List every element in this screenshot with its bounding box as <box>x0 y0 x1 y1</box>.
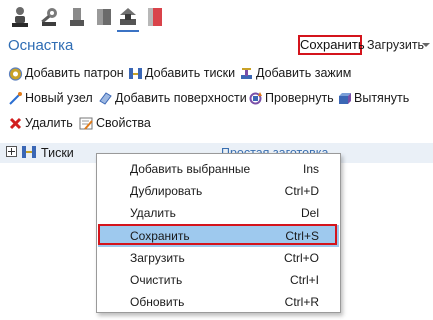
delete-button[interactable]: Удалить <box>8 114 73 132</box>
menu-item-add-selected[interactable]: Добавить выбранные Ins <box>98 158 339 180</box>
menu-item-label: Обновить <box>130 295 185 309</box>
menu-item-refresh[interactable]: Обновить Ctrl+R <box>98 291 339 313</box>
add-chuck-button[interactable]: Добавить патрон <box>8 64 124 82</box>
rotate-label: Провернуть <box>265 91 334 105</box>
cylinder-icon[interactable] <box>67 6 87 28</box>
vise-icon <box>21 145 37 159</box>
menu-item-clear[interactable]: Очистить Ctrl+I <box>98 269 339 291</box>
wrench-gear-icon[interactable] <box>39 6 59 28</box>
add-clamp-button[interactable]: Добавить зажим <box>239 64 351 82</box>
rotate-button[interactable]: Провернуть <box>248 89 334 107</box>
rotate-icon <box>248 91 263 106</box>
red-block-icon[interactable] <box>145 6 165 28</box>
new-node-label: Новый узел <box>25 91 93 105</box>
new-node-button[interactable]: Новый узел <box>8 89 93 107</box>
extrude-button[interactable]: Вытянуть <box>337 89 409 107</box>
add-vise-button[interactable]: Добавить тиски <box>128 64 235 82</box>
vise-icon <box>128 66 143 81</box>
person-icon[interactable] <box>10 6 30 28</box>
properties-button[interactable]: Свойства <box>79 114 151 132</box>
menu-item-label: Удалить <box>130 206 176 220</box>
menu-item-label: Добавить выбранные <box>130 162 251 176</box>
menu-item-shortcut: Ctrl+R <box>284 295 319 309</box>
properties-label: Свойства <box>96 116 151 130</box>
menu-item-label: Загрузить <box>130 251 185 265</box>
menu-item-shortcut: Ctrl+D <box>284 184 319 198</box>
save-link[interactable]: Сохранить <box>298 35 365 55</box>
chuck-icon <box>8 66 23 81</box>
tree-item-label[interactable]: Тиски <box>41 146 74 160</box>
section-title: Оснастка <box>8 37 74 54</box>
menu-item-shortcut: Ctrl+I <box>289 273 319 287</box>
add-clamp-label: Добавить зажим <box>256 66 352 80</box>
extrude-icon <box>337 91 352 106</box>
expand-plus-icon[interactable] <box>6 146 17 157</box>
menu-item-label: Очистить <box>130 273 183 287</box>
menu-item-label: Дублировать <box>130 184 203 198</box>
menu-item-shortcut: Ctrl+O <box>283 251 319 265</box>
chevron-down-icon[interactable] <box>422 43 430 47</box>
close-icon <box>8 116 23 131</box>
menu-item-load[interactable]: Загрузить Ctrl+O <box>98 247 339 269</box>
extrude-label: Вытянуть <box>354 91 410 105</box>
delete-label: Удалить <box>25 116 73 130</box>
properties-icon <box>79 116 94 131</box>
icon-toolbar <box>0 0 433 33</box>
menu-item-shortcut: Ins <box>302 162 319 176</box>
clamp-icon <box>239 66 254 81</box>
node-arrow-icon <box>8 91 23 106</box>
cube-icon[interactable] <box>94 6 114 28</box>
add-vise-label: Добавить тиски <box>145 66 236 80</box>
surface-icon <box>98 91 113 106</box>
fixture-icon[interactable] <box>118 6 138 28</box>
add-chuck-label: Добавить патрон <box>25 66 124 80</box>
add-surface-label: Добавить поверхности <box>115 91 247 105</box>
load-link[interactable]: Загрузить <box>367 38 424 52</box>
menu-item-shortcut: Del <box>300 206 319 220</box>
menu-item-duplicate[interactable]: Дублировать Ctrl+D <box>98 180 339 202</box>
menu-item-delete[interactable]: Удалить Del <box>98 202 339 224</box>
active-tab-indicator <box>117 30 139 32</box>
save-highlight-callout <box>98 224 337 245</box>
add-surface-button[interactable]: Добавить поверхности <box>98 89 247 107</box>
